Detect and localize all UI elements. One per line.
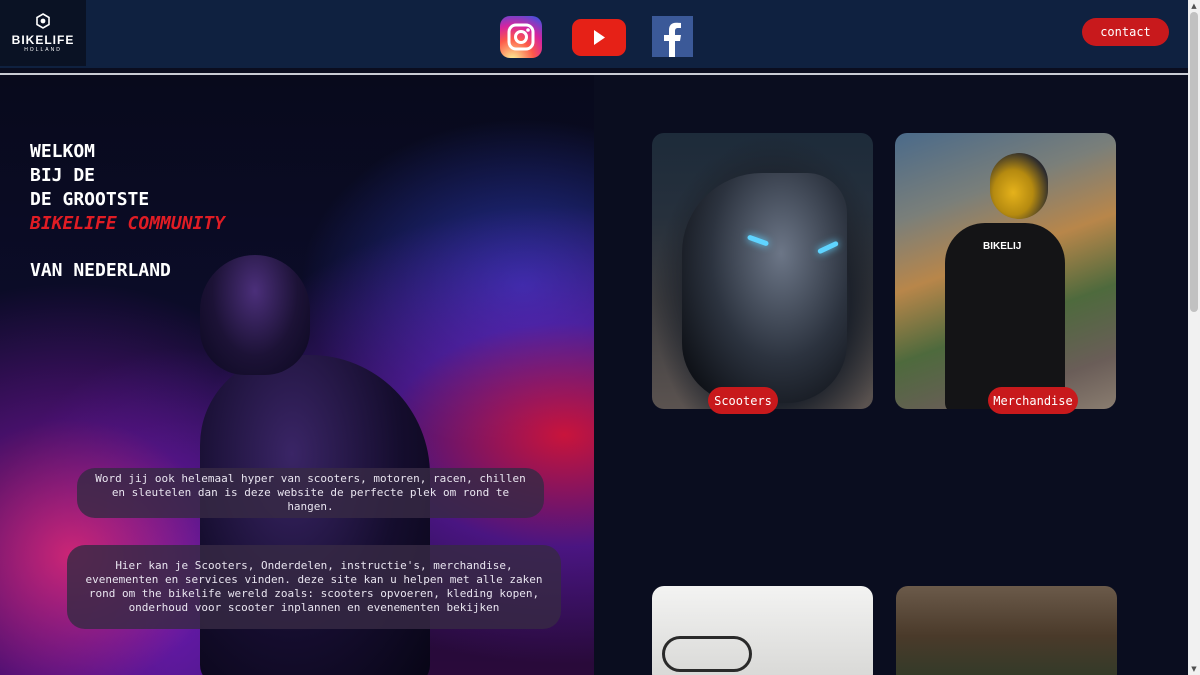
glasses-image: [662, 636, 752, 672]
welcome-accent-line: BIKELIFE COMMUNITY: [30, 213, 226, 234]
scroll-up-icon[interactable]: ▲: [1188, 0, 1200, 12]
welcome-line: DE GROOTSTE: [30, 189, 150, 210]
instagram-icon[interactable]: [500, 16, 542, 58]
logo-subtitle: HOLLAND: [24, 47, 62, 53]
page-scrollbar[interactable]: ▲ ▼: [1188, 0, 1200, 675]
scroll-thumb[interactable]: [1190, 12, 1198, 312]
merchandise-card[interactable]: BIKELIJ: [895, 133, 1116, 409]
intro-text: Word jij ook helemaal hyper van scooters…: [95, 472, 526, 513]
youtube-icon[interactable]: [572, 19, 626, 56]
welcome-line: WELKOM: [30, 141, 96, 162]
logo-title: BIKELIFE: [11, 33, 75, 47]
merchandise-label-button[interactable]: Merchandise: [988, 387, 1078, 414]
scooters-label-button[interactable]: Scooters: [708, 387, 778, 414]
welcome-heading: WELKOM BIJ DE DE GROOTSTE BIKELIFE COMMU…: [30, 140, 225, 283]
scroll-down-icon[interactable]: ▼: [1188, 663, 1200, 675]
contact-button[interactable]: contact: [1082, 18, 1169, 46]
site-header: BIKELIFE HOLLAND contact: [0, 0, 1188, 68]
description-text: Hier kan je Scooters, Onderdelen, instru…: [85, 559, 543, 614]
intro-text-box: Word jij ook helemaal hyper van scooters…: [77, 468, 544, 518]
welcome-line: BIJ DE: [30, 165, 96, 186]
shirt-print: BIKELIJ: [983, 241, 1022, 252]
events-card[interactable]: [896, 586, 1117, 675]
motorcycle-image: [682, 173, 847, 403]
helmet-image: [990, 153, 1048, 219]
instructions-card[interactable]: [652, 586, 873, 675]
welcome-last-line: VAN NEDERLAND: [30, 260, 171, 281]
scooters-card[interactable]: [652, 133, 873, 409]
facebook-icon[interactable]: [652, 16, 693, 57]
logo-emblem-icon: [36, 13, 50, 29]
description-text-box: Hier kan je Scooters, Onderdelen, instru…: [67, 545, 561, 629]
bikelife-logo[interactable]: BIKELIFE HOLLAND: [0, 0, 86, 66]
